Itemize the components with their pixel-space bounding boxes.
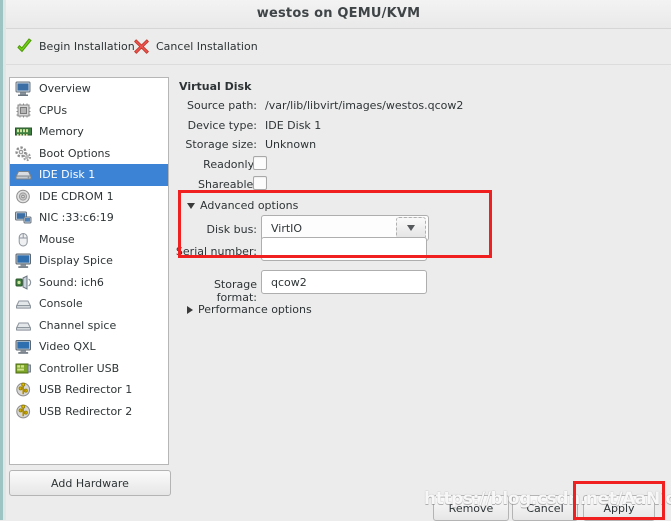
remove-button[interactable]: Remove <box>433 495 509 521</box>
source-path-value: /var/lib/libvirt/images/westos.qcow2 <box>265 99 464 112</box>
sidebar-item-label: Channel spice <box>39 318 117 332</box>
device-type-label: Device type: <box>187 119 257 132</box>
storage-size-value: Unknown <box>265 138 317 151</box>
sidebar-item-label: Console <box>39 297 83 311</box>
sidebar-item-label: USB Redirector 1 <box>39 383 133 397</box>
storage-size-label: Storage size: <box>185 138 257 151</box>
red-x-icon <box>133 38 150 55</box>
chevron-down-icon <box>407 225 415 231</box>
speaker-icon <box>14 274 33 291</box>
sidebar-item-sound[interactable]: Sound: ich6 <box>10 272 168 294</box>
sidebar-item-label: Overview <box>39 82 91 96</box>
display-monitor-icon <box>14 252 33 269</box>
serial-number-input[interactable] <box>261 237 427 261</box>
green-check-icon <box>16 37 33 55</box>
begin-installation-button[interactable]: Begin Installation <box>16 36 135 56</box>
sidebar-item-label: Display Spice <box>39 254 113 268</box>
sidebar-item-label: Boot Options <box>39 146 111 160</box>
sidebar-item-label: Video QXL <box>39 340 96 354</box>
channel-icon <box>14 317 33 334</box>
sidebar-item-display-spice[interactable]: Display Spice <box>10 250 168 272</box>
shareable-checkbox[interactable] <box>253 176 267 190</box>
device-type-value: IDE Disk 1 <box>265 119 322 132</box>
readonly-label: Readonly: <box>203 158 257 171</box>
cancel-button[interactable]: Cancel <box>512 495 578 521</box>
sidebar-item-usb-redirector-2[interactable]: USB Redirector 2 <box>10 401 168 423</box>
sidebar-item-label: IDE Disk 1 <box>39 168 96 182</box>
sidebar-item-video-qxl[interactable]: Video QXL <box>10 336 168 358</box>
shareable-label: Shareable: <box>198 178 257 191</box>
storage-format-input[interactable]: qcow2 <box>261 270 427 294</box>
panel-title: Virtual Disk <box>179 80 252 93</box>
computer-icon <box>14 80 33 97</box>
add-hardware-button[interactable]: Add Hardware <box>9 470 171 496</box>
sidebar-item-usb-redirector-1[interactable]: USB Redirector 1 <box>10 379 168 401</box>
sidebar-item-nic[interactable]: NIC :33:c6:19 <box>10 207 168 229</box>
sidebar-item-label: CPUs <box>39 103 68 117</box>
readonly-checkbox[interactable] <box>253 156 267 170</box>
add-hardware-label: Add Hardware <box>51 476 129 490</box>
performance-options-toggle[interactable]: Performance options <box>187 303 312 316</box>
disk-bus-label: Disk bus: <box>206 223 257 236</box>
sidebar-item-mouse[interactable]: Mouse <box>10 229 168 251</box>
disk-bus-dropdown-button[interactable] <box>396 217 426 239</box>
sidebar-item-overview[interactable]: Overview <box>10 78 168 100</box>
gears-icon <box>14 145 33 162</box>
virt-manager-window: westos on QEMU/KVM Begin Installation Ca… <box>0 0 671 521</box>
sidebar-item-controller-usb[interactable]: Controller USB <box>10 358 168 380</box>
cancel-installation-label: Cancel Installation <box>156 39 258 53</box>
sidebar-item-cpus[interactable]: CPUs <box>10 100 168 122</box>
sidebar-item-label: Controller USB <box>39 361 120 375</box>
chevron-right-icon <box>187 305 193 314</box>
cancel-installation-button[interactable]: Cancel Installation <box>133 36 258 56</box>
apply-button[interactable]: Apply <box>583 495 655 521</box>
harddisk-icon <box>14 166 33 183</box>
chevron-down-icon <box>187 202 195 209</box>
optical-disc-icon <box>14 188 33 205</box>
apply-label: Apply <box>603 501 635 515</box>
controller-card-icon <box>14 360 33 377</box>
memory-ram-icon <box>14 123 33 140</box>
advanced-options-toggle[interactable]: Advanced options <box>187 199 298 212</box>
disk-bus-value: VirtIO <box>271 221 303 235</box>
sidebar-item-label: Mouse <box>39 232 75 246</box>
sidebar-item-channel-spice[interactable]: Channel spice <box>10 315 168 337</box>
sidebar-item-memory[interactable]: Memory <box>10 121 168 143</box>
storage-format-label: Storage format: <box>213 278 257 304</box>
hardware-list[interactable]: Overview CPUs Memory Boot Options IDE Di <box>9 77 169 465</box>
network-card-icon <box>14 209 33 226</box>
usb-icon <box>14 403 33 420</box>
video-monitor-icon <box>14 338 33 355</box>
sidebar-item-label: NIC :33:c6:19 <box>39 211 114 225</box>
advanced-options-label: Advanced options <box>200 199 299 212</box>
sidebar-item-console[interactable]: Console <box>10 293 168 315</box>
mouse-icon <box>14 231 33 248</box>
cancel-label: Cancel <box>526 501 564 515</box>
sidebar-item-label: USB Redirector 2 <box>39 404 133 418</box>
begin-installation-label: Begin Installation <box>39 39 135 53</box>
sidebar-item-label: IDE CDROM 1 <box>39 189 114 203</box>
sidebar-item-boot-options[interactable]: Boot Options <box>10 143 168 165</box>
serial-number-label: Serial number: <box>175 245 257 258</box>
virtual-disk-panel: Virtual Disk Source path: /var/lib/libvi… <box>175 74 667 474</box>
source-path-label: Source path: <box>187 99 257 112</box>
toolbar: Begin Installation Cancel Installation <box>6 29 671 65</box>
sidebar-item-label: Sound: ich6 <box>39 275 104 289</box>
window-left-edge-shadow <box>3 0 6 520</box>
remove-label: Remove <box>448 501 494 515</box>
performance-options-label: Performance options <box>198 303 312 316</box>
cpu-chip-icon <box>14 102 33 119</box>
sidebar-item-label: Memory <box>39 125 84 139</box>
console-icon <box>14 295 33 312</box>
sidebar-item-ide-disk-1[interactable]: IDE Disk 1 <box>10 164 168 186</box>
window-title: westos on QEMU/KVM <box>256 6 421 21</box>
usb-icon <box>14 381 33 398</box>
title-bar: westos on QEMU/KVM <box>6 0 671 29</box>
sidebar-item-ide-cdrom-1[interactable]: IDE CDROM 1 <box>10 186 168 208</box>
